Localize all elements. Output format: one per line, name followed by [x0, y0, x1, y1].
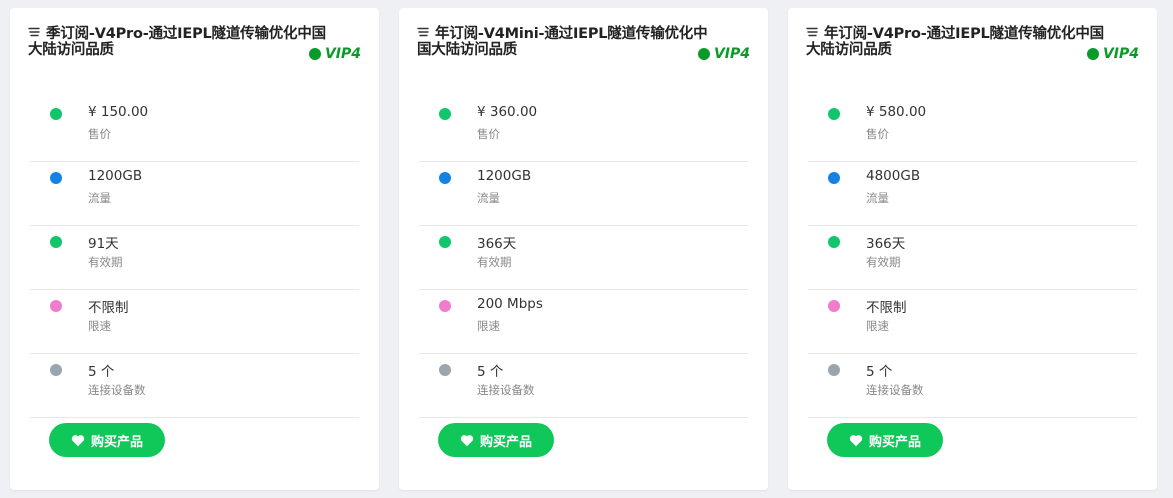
validity-value: 366天: [477, 236, 517, 252]
status-dot-icon: [828, 108, 840, 120]
vip-badge: VIP4: [697, 46, 750, 62]
buy-button-label: 购买产品: [868, 434, 921, 450]
product-title-text: 季订阅-V4Pro-通过IEPL隧道传输优化中国大陆访问品质: [28, 26, 326, 58]
devices-value: 5 个: [866, 364, 893, 380]
detail-row-traffic: 1200GB 流量: [30, 162, 359, 226]
validity-value: 366天: [866, 236, 906, 252]
buy-button-label: 购买产品: [90, 434, 143, 450]
buy-button-label: 购买产品: [479, 434, 532, 450]
card-header: 年订阅-V4Mini-通过IEPL隧道传输优化中国大陆访问品质 VIP4: [417, 26, 750, 66]
validity-value: 91天: [88, 236, 119, 252]
detail-row-price: ¥ 360.00 售价: [419, 98, 748, 162]
vip-dot-icon: [1086, 48, 1099, 60]
product-details: ¥ 360.00 售价 1200GB 流量 366天 有效期 200 Mbps …: [419, 98, 748, 418]
traffic-value: 1200GB: [477, 168, 532, 184]
heart-icon: [849, 434, 863, 447]
heart-icon: [71, 434, 85, 447]
status-dot-icon: [50, 364, 62, 376]
status-dot-icon: [50, 236, 62, 248]
status-dot-icon: [50, 108, 62, 120]
product-title: 季订阅-V4Pro-通过IEPL隧道传输优化中国大陆访问品质: [28, 26, 328, 58]
status-dot-icon: [828, 172, 840, 184]
speed-value: 不限制: [88, 300, 129, 316]
speed-value: 200 Mbps: [477, 296, 543, 312]
detail-row-validity: 91天 有效期: [30, 226, 359, 290]
devices-label: 连接设备数: [88, 383, 146, 397]
product-card-list: 季订阅-V4Pro-通过IEPL隧道传输优化中国大陆访问品质 VIP4 ¥ 15…: [10, 8, 1157, 490]
validity-label: 有效期: [477, 255, 512, 269]
product-card: 季订阅-V4Pro-通过IEPL隧道传输优化中国大陆访问品质 VIP4 ¥ 15…: [10, 8, 379, 490]
price-value: ¥ 580.00: [866, 104, 927, 120]
price-value: ¥ 360.00: [477, 104, 538, 120]
vip-level: VIP4: [1102, 46, 1139, 62]
vip-dot-icon: [697, 48, 710, 60]
traffic-label: 流量: [866, 191, 889, 205]
buy-product-button[interactable]: 购买产品: [827, 423, 943, 457]
price-value: ¥ 150.00: [88, 104, 149, 120]
devices-value: 5 个: [477, 364, 504, 380]
vip-dot-icon: [308, 48, 321, 60]
detail-row-validity: 366天 有效期: [808, 226, 1137, 290]
product-card: 年订阅-V4Pro-通过IEPL隧道传输优化中国大陆访问品质 VIP4 ¥ 58…: [788, 8, 1157, 490]
vip-level: VIP4: [713, 46, 750, 62]
heart-icon: [460, 434, 474, 447]
traffic-value: 1200GB: [88, 168, 143, 184]
product-title-text: 年订阅-V4Mini-通过IEPL隧道传输优化中国大陆访问品质: [417, 26, 708, 58]
speed-label: 限速: [88, 319, 111, 333]
vip-badge: VIP4: [308, 46, 361, 62]
buy-product-button[interactable]: 购买产品: [49, 423, 165, 457]
product-title: 年订阅-V4Pro-通过IEPL隧道传输优化中国大陆访问品质: [806, 26, 1106, 58]
status-dot-icon: [439, 172, 451, 184]
detail-row-devices: 5 个 连接设备数: [30, 354, 359, 418]
devices-label: 连接设备数: [477, 383, 535, 397]
devices-label: 连接设备数: [866, 383, 924, 397]
product-details: ¥ 580.00 售价 4800GB 流量 366天 有效期 不限制 限速 5 …: [808, 98, 1137, 418]
list-icon: [417, 27, 429, 37]
product-title-text: 年订阅-V4Pro-通过IEPL隧道传输优化中国大陆访问品质: [806, 26, 1104, 58]
price-label: 售价: [477, 127, 500, 141]
detail-row-traffic: 4800GB 流量: [808, 162, 1137, 226]
detail-row-speed: 不限制 限速: [30, 290, 359, 354]
detail-row-price: ¥ 150.00 售价: [30, 98, 359, 162]
product-card: 年订阅-V4Mini-通过IEPL隧道传输优化中国大陆访问品质 VIP4 ¥ 3…: [399, 8, 768, 490]
speed-label: 限速: [866, 319, 889, 333]
detail-row-price: ¥ 580.00 售价: [808, 98, 1137, 162]
vip-level: VIP4: [324, 46, 361, 62]
validity-label: 有效期: [866, 255, 901, 269]
devices-value: 5 个: [88, 364, 115, 380]
detail-row-speed: 200 Mbps 限速: [419, 290, 748, 354]
validity-label: 有效期: [88, 255, 123, 269]
price-label: 售价: [88, 127, 111, 141]
status-dot-icon: [439, 108, 451, 120]
traffic-value: 4800GB: [866, 168, 921, 184]
speed-value: 不限制: [866, 300, 907, 316]
list-icon: [806, 27, 818, 37]
card-header: 年订阅-V4Pro-通过IEPL隧道传输优化中国大陆访问品质 VIP4: [806, 26, 1139, 66]
status-dot-icon: [828, 300, 840, 312]
detail-row-devices: 5 个 连接设备数: [419, 354, 748, 418]
status-dot-icon: [828, 364, 840, 376]
traffic-label: 流量: [88, 191, 111, 205]
status-dot-icon: [439, 236, 451, 248]
detail-row-speed: 不限制 限速: [808, 290, 1137, 354]
status-dot-icon: [828, 236, 840, 248]
price-label: 售价: [866, 127, 889, 141]
status-dot-icon: [439, 364, 451, 376]
list-icon: [28, 27, 40, 37]
detail-row-validity: 366天 有效期: [419, 226, 748, 290]
vip-badge: VIP4: [1086, 46, 1139, 62]
detail-row-devices: 5 个 连接设备数: [808, 354, 1137, 418]
status-dot-icon: [50, 300, 62, 312]
product-title: 年订阅-V4Mini-通过IEPL隧道传输优化中国大陆访问品质: [417, 26, 717, 58]
traffic-label: 流量: [477, 191, 500, 205]
product-details: ¥ 150.00 售价 1200GB 流量 91天 有效期 不限制 限速 5 个: [30, 98, 359, 418]
status-dot-icon: [439, 300, 451, 312]
card-header: 季订阅-V4Pro-通过IEPL隧道传输优化中国大陆访问品质 VIP4: [28, 26, 361, 66]
buy-product-button[interactable]: 购买产品: [438, 423, 554, 457]
detail-row-traffic: 1200GB 流量: [419, 162, 748, 226]
speed-label: 限速: [477, 319, 500, 333]
status-dot-icon: [50, 172, 62, 184]
